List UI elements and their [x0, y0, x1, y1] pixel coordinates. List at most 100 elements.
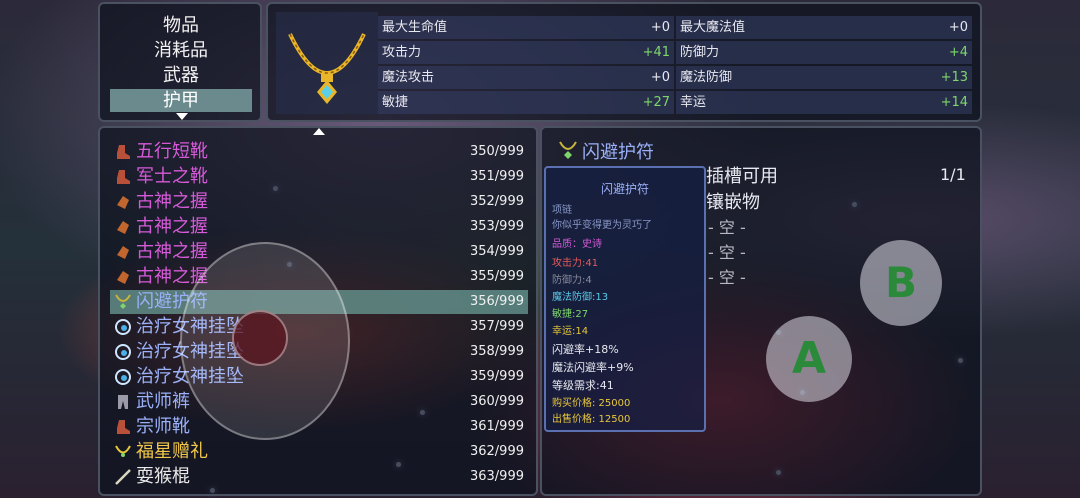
- staff-icon: [114, 468, 132, 486]
- tooltip-defense: 防御力:4: [552, 275, 592, 286]
- item-tooltip: 闪避护符 项链 你似乎变得更为灵巧了 品质：史诗 攻击力:41 防御力:4 魔法…: [544, 166, 706, 432]
- category-menu: 物品 消耗品 武器 护甲: [98, 2, 262, 122]
- tooltip-dodge: 闪避率+18%: [552, 343, 619, 356]
- tooltip-level-req: 等级需求:41: [552, 379, 614, 392]
- stat-name: 幸运: [680, 95, 707, 110]
- tooltip-header: 闪避护符: [600, 182, 649, 196]
- item-count: 359/999: [469, 369, 524, 384]
- item-name: 耍猴棍: [136, 466, 190, 487]
- inlay-slot[interactable]: - 空 -: [708, 214, 746, 238]
- amulet-icon: [559, 141, 577, 159]
- boot-icon: [114, 143, 132, 161]
- tooltip-magic-defense: 魔法防御:13: [552, 292, 609, 303]
- category-weapons[interactable]: 武器: [110, 64, 252, 87]
- stat-max-hp: 最大生命值 +0: [378, 16, 674, 39]
- pendant-icon: [114, 368, 132, 386]
- list-item[interactable]: 军士之靴 351/999: [110, 165, 528, 189]
- stat-defense: 防御力 +4: [676, 41, 972, 64]
- category-consumables[interactable]: 消耗品: [110, 39, 252, 62]
- item-count: 350/999: [469, 144, 524, 159]
- stat-magic-defense: 魔法防御 +13: [676, 66, 972, 89]
- category-armor[interactable]: 护甲: [110, 89, 252, 112]
- gauntlet-icon: [114, 243, 132, 261]
- stat-name: 魔法防御: [680, 70, 733, 85]
- stat-luck: 幸运 +14: [676, 91, 972, 114]
- list-item[interactable]: 耍猴棍 363/999: [110, 465, 528, 489]
- stat-agility: 敏捷 +27: [378, 91, 674, 114]
- necklace-icon: [114, 443, 132, 461]
- category-items[interactable]: 物品: [110, 14, 252, 37]
- list-item[interactable]: 福星赠礼 362/999: [110, 440, 528, 464]
- stat-value: +27: [642, 95, 670, 110]
- inlay-slot[interactable]: - 空 -: [708, 239, 746, 263]
- stat-value: +13: [940, 70, 968, 85]
- stat-value: +41: [642, 45, 670, 60]
- gauntlet-icon: [114, 193, 132, 211]
- tooltip-attack: 攻击力:41: [552, 258, 599, 269]
- scroll-up-arrow-icon[interactable]: [313, 128, 325, 135]
- tooltip-buy-price: 购买价格: 25000: [552, 398, 631, 409]
- tooltip-quality: 品质：史诗: [552, 239, 602, 250]
- item-count: 354/999: [469, 244, 524, 259]
- tooltip-sell-price: 出售价格: 12500: [552, 414, 631, 425]
- item-count: 358/999: [469, 344, 524, 359]
- pendant-icon: [114, 343, 132, 361]
- item-name: 古神之握: [136, 241, 208, 262]
- stat-attack: 攻击力 +41: [378, 41, 674, 64]
- list-item[interactable]: 五行短靴 350/999: [110, 140, 528, 164]
- item-count: 357/999: [469, 319, 524, 334]
- item-preview: [276, 12, 378, 114]
- boot-icon: [114, 168, 132, 186]
- item-name: 武师裤: [136, 391, 190, 412]
- list-item[interactable]: 宗师靴 361/999: [110, 415, 528, 439]
- stat-value: +0: [650, 20, 670, 35]
- a-button[interactable]: A: [766, 316, 852, 402]
- amulet-icon: [114, 293, 132, 311]
- stat-name: 防御力: [680, 45, 720, 60]
- gauntlet-icon: [114, 268, 132, 286]
- item-count: 363/999: [469, 469, 524, 484]
- item-count: 360/999: [469, 394, 524, 409]
- tooltip-magic-dodge: 魔法闪避率+9%: [552, 361, 634, 374]
- item-name: 古神之握: [136, 216, 208, 237]
- pendant-icon: [114, 318, 132, 336]
- stat-max-mp: 最大魔法值 +0: [676, 16, 972, 39]
- b-button[interactable]: B: [860, 240, 942, 326]
- detail-title: 闪避护符: [582, 142, 654, 163]
- list-item[interactable]: 古神之握 353/999: [110, 215, 528, 239]
- inlay-label: 镶嵌物: [706, 192, 760, 213]
- scroll-down-arrow-icon[interactable]: [176, 113, 188, 120]
- list-item[interactable]: 古神之握 352/999: [110, 190, 528, 214]
- stat-name: 魔法攻击: [382, 70, 435, 85]
- stats-panel: 最大生命值 +0 最大魔法值 +0 攻击力 +41 防御力 +4 魔法攻击 +0…: [266, 2, 982, 122]
- item-count: 355/999: [469, 269, 524, 284]
- gauntlet-icon: [114, 218, 132, 236]
- tooltip-type: 项链: [552, 205, 572, 216]
- socket-count: 1/1: [940, 165, 966, 184]
- stat-name: 敏捷: [382, 95, 409, 110]
- item-count: 352/999: [469, 194, 524, 209]
- joystick-knob[interactable]: [232, 310, 288, 366]
- item-count: 361/999: [469, 419, 524, 434]
- list-item[interactable]: 古神之握 354/999: [110, 240, 528, 264]
- pants-icon: [114, 393, 132, 411]
- stat-value: +14: [940, 95, 968, 110]
- item-name: 宗师靴: [136, 416, 190, 437]
- boot-icon: [114, 418, 132, 436]
- stat-value: +4: [948, 45, 968, 60]
- stat-name: 最大魔法值: [680, 20, 746, 35]
- tooltip-description: 你似乎变得更为灵巧了: [552, 220, 652, 231]
- tooltip-agility: 敏捷:27: [552, 309, 589, 320]
- stat-magic-attack: 魔法攻击 +0: [378, 66, 674, 89]
- item-count: 353/999: [469, 219, 524, 234]
- inlay-slot[interactable]: - 空 -: [708, 264, 746, 288]
- item-name: 军士之靴: [136, 166, 208, 187]
- stat-name: 攻击力: [382, 45, 422, 60]
- item-name: 福星赠礼: [136, 441, 208, 462]
- item-count: 362/999: [469, 444, 524, 459]
- socket-label: 插槽可用: [706, 166, 778, 187]
- stat-value: +0: [650, 70, 670, 85]
- tooltip-luck: 幸运:14: [552, 326, 589, 337]
- item-count: 351/999: [469, 169, 524, 184]
- stat-value: +0: [948, 20, 968, 35]
